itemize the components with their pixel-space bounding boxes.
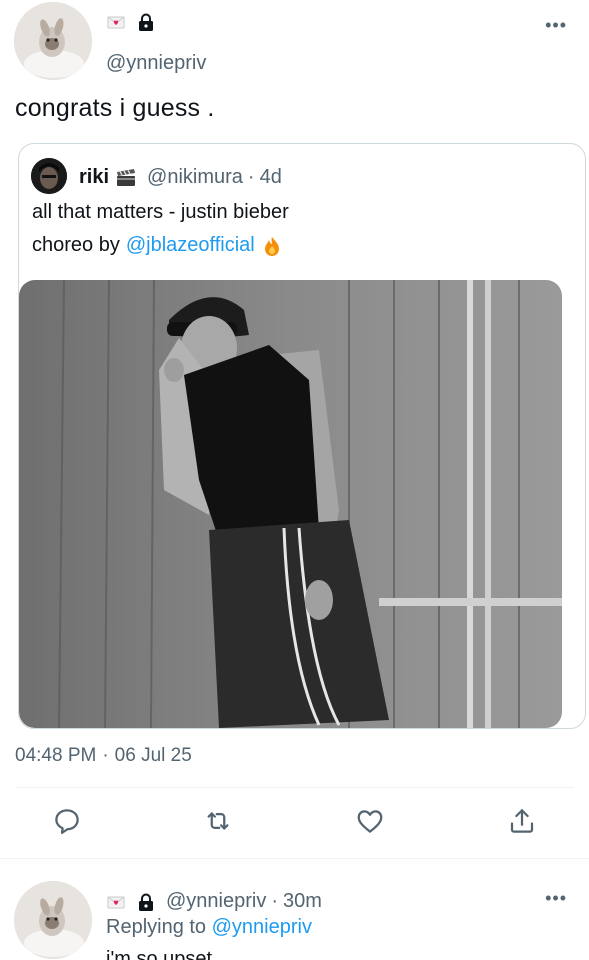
mention-link[interactable]: @jblazeofficial	[126, 234, 255, 257]
reply-age[interactable]: 30m	[283, 890, 322, 913]
reply-author-avatar[interactable]	[14, 881, 92, 959]
timestamp-time: 04:48 PM	[15, 745, 97, 766]
reply-icon[interactable]	[52, 806, 82, 836]
author-name-icons	[106, 12, 156, 32]
reply-text: i'm so upset	[106, 948, 213, 960]
tweet-timestamp[interactable]: 04:48 PM · 06 Jul 25	[15, 745, 192, 767]
quoted-text-line-2: choreo by @jblazeofficial	[32, 234, 281, 257]
author-avatar[interactable]	[14, 2, 92, 80]
replying-to-prefix: Replying to	[106, 916, 207, 938]
divider	[15, 787, 574, 788]
divider	[0, 858, 589, 859]
quoted-text-line-1: all that matters - justin bieber	[32, 201, 289, 223]
replying-to: Replying to @ynniepriv	[106, 916, 312, 939]
quoted-author-handle[interactable]: @nikimura	[147, 166, 243, 189]
timestamp-date: 06 Jul 25	[114, 745, 192, 766]
separator-dot: ·	[247, 166, 255, 188]
separator-dot: ·	[271, 890, 279, 912]
more-options-icon[interactable]: •••	[545, 889, 567, 907]
tweet-text: congrats i guess .	[15, 94, 215, 122]
quoted-author-avatar[interactable]	[31, 158, 67, 194]
lock-icon	[136, 12, 156, 32]
more-options-icon[interactable]: •••	[545, 16, 567, 34]
author-handle[interactable]: @ynniepriv	[106, 52, 206, 75]
action-bar	[0, 806, 589, 842]
reply-author-handle[interactable]: @ynniepriv	[166, 890, 266, 913]
reply-author-header: @ynniepriv · 30m	[106, 890, 322, 913]
clapper-board-icon	[115, 168, 137, 188]
fire-icon	[263, 236, 281, 256]
quoted-media-image[interactable]	[19, 280, 562, 728]
share-icon[interactable]	[507, 806, 537, 836]
replying-to-mention[interactable]: @ynniepriv	[212, 916, 312, 938]
separator-dot: ·	[102, 745, 109, 766]
like-icon[interactable]	[355, 806, 385, 836]
love-letter-icon	[106, 892, 126, 912]
love-letter-icon	[106, 12, 126, 32]
reply-meta: @ynniepriv · 30m	[166, 890, 322, 913]
quoted-header: riki @nikimura · 4d	[79, 166, 282, 189]
quoted-text-prefix: choreo by	[32, 234, 120, 256]
quoted-tweet[interactable]: riki @nikimura · 4d all that matters - j…	[18, 143, 586, 729]
lock-icon	[136, 892, 156, 912]
quoted-author-name[interactable]: riki	[79, 166, 109, 189]
quoted-tweet-age[interactable]: 4d	[260, 166, 282, 189]
retweet-icon[interactable]	[203, 806, 233, 836]
